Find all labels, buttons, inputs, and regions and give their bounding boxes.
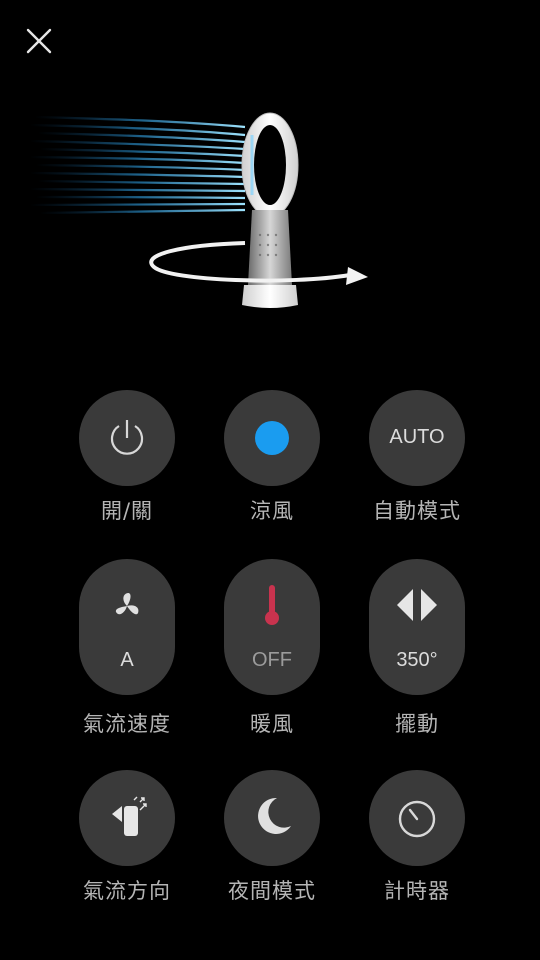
airflow-direction-icon (112, 796, 147, 836)
heating-button[interactable]: OFF (224, 559, 320, 695)
airflow-speed-label: 氣流速度 (83, 712, 171, 736)
timer-label: 計時器 (384, 879, 450, 903)
airflow-speed-button[interactable]: A (79, 559, 175, 695)
timer-icon (398, 800, 436, 838)
airflow-direction-button[interactable] (79, 770, 175, 866)
timer-button[interactable] (369, 770, 465, 866)
power-icon (110, 420, 144, 455)
auto-badge: AUTO (389, 426, 445, 448)
oscillation-label: 擺動 (395, 712, 439, 736)
blue-dot-icon (255, 421, 289, 455)
fan-icon (115, 593, 139, 615)
fan-oscillation-illustration (29, 105, 380, 320)
night-mode-button[interactable] (224, 770, 320, 866)
cooling-label: 涼風 (250, 499, 294, 523)
thermometer-icon (265, 585, 279, 625)
oscillation-value: 350° (396, 649, 438, 671)
heating-label: 暖風 (250, 712, 294, 736)
airflow-speed-value: A (120, 649, 134, 671)
oscillation-arrows-icon (397, 589, 437, 621)
night-mode-label: 夜間模式 (228, 879, 316, 903)
airflow-direction-label: 氣流方向 (83, 879, 171, 903)
auto-mode-button[interactable]: AUTO (369, 390, 465, 486)
cooling-button[interactable] (224, 390, 320, 486)
moon-icon (258, 797, 291, 834)
power-label: 開/關 (100, 499, 154, 523)
power-button[interactable] (79, 390, 175, 486)
close-button[interactable] (24, 26, 54, 56)
heating-value: OFF (252, 649, 292, 671)
auto-mode-label: 自動模式 (373, 499, 461, 523)
close-icon (26, 28, 52, 54)
oscillation-button[interactable]: 350° (369, 559, 465, 695)
